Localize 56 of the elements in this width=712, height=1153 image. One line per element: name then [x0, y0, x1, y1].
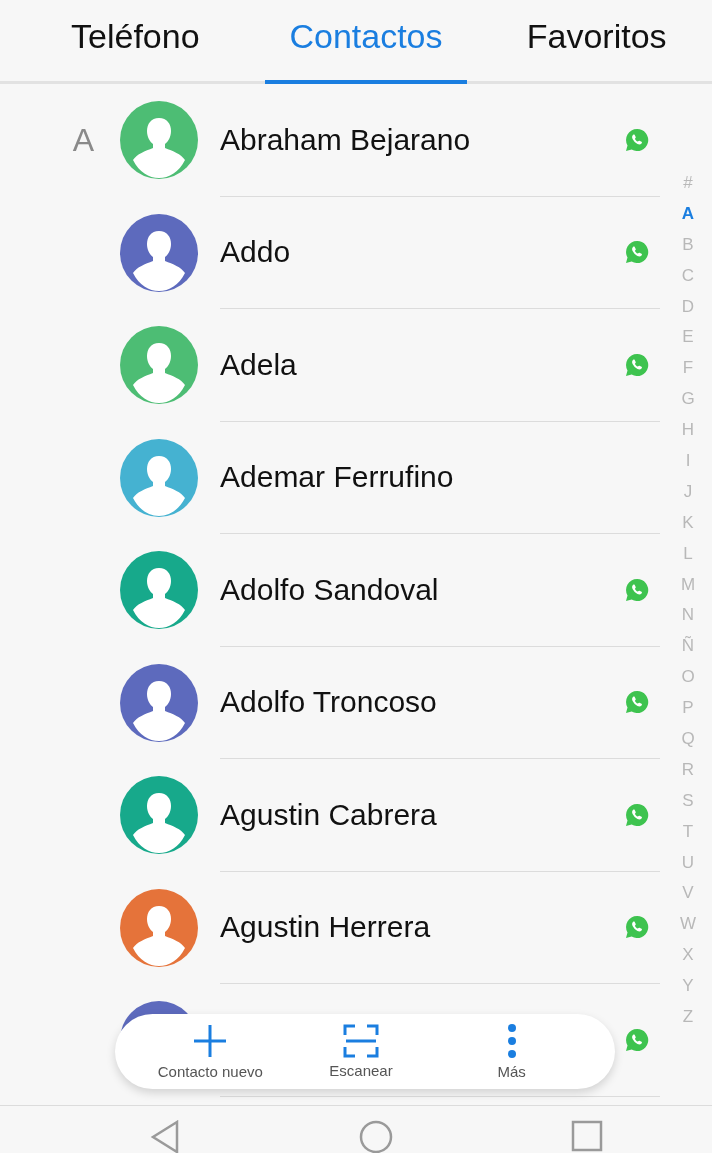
index-letter[interactable]: J	[683, 476, 693, 508]
index-letter[interactable]: E	[682, 322, 694, 354]
chat-phone-icon[interactable]	[624, 914, 650, 941]
index-letter[interactable]: G	[681, 384, 695, 416]
scan-icon	[343, 1024, 379, 1058]
index-letter[interactable]: Q	[681, 724, 695, 755]
index-letter[interactable]: K	[682, 507, 694, 539]
plus-icon	[192, 1023, 229, 1059]
tab[interactable]: Teléfono	[20, 0, 251, 81]
section-letter: A	[72, 121, 95, 159]
toolbar-button[interactable]: Escanear	[285, 1014, 437, 1089]
index-letter[interactable]: I	[685, 446, 691, 477]
index-letter[interactable]: Y	[682, 971, 694, 1003]
back-icon[interactable]	[150, 1120, 181, 1153]
index-letter[interactable]: Ñ	[681, 631, 695, 663]
contact-name[interactable]: Abraham Bejarano	[220, 122, 471, 157]
contact-name[interactable]: Agustin Herrera	[220, 910, 431, 945]
contact-name[interactable]: Agustin Cabrera	[220, 797, 437, 832]
chat-phone-icon[interactable]	[624, 239, 650, 266]
index-letter[interactable]: T	[682, 816, 694, 848]
chat-phone-icon[interactable]	[624, 576, 650, 603]
index-letter[interactable]: C	[681, 260, 695, 292]
index-letter[interactable]: H	[681, 415, 695, 446]
index-letter[interactable]: O	[681, 662, 695, 694]
index-letter[interactable]: A	[681, 198, 695, 230]
recents-icon[interactable]	[570, 1120, 603, 1152]
index-letter[interactable]: W	[679, 909, 696, 941]
index-letter[interactable]: U	[681, 847, 695, 879]
index-letter[interactable]: #	[683, 168, 693, 199]
index-letter[interactable]: N	[681, 600, 695, 632]
tab[interactable]: Contactos	[250, 0, 482, 81]
index-letter[interactable]: V	[682, 878, 694, 910]
home-icon[interactable]	[359, 1120, 393, 1153]
index-letter[interactable]: Z	[682, 1002, 694, 1033]
contact-name[interactable]: Adela	[220, 347, 297, 382]
contact-name[interactable]: Ademar Ferrufino	[220, 460, 454, 495]
tab[interactable]: Favoritos	[481, 0, 712, 81]
index-letter[interactable]: F	[682, 353, 694, 385]
index-letter[interactable]: R	[681, 754, 695, 786]
index-letter[interactable]: X	[682, 940, 694, 972]
chat-phone-icon[interactable]	[624, 689, 650, 716]
index-letter[interactable]: L	[683, 538, 693, 570]
index-letter[interactable]: S	[682, 785, 694, 817]
index-letter[interactable]: M	[680, 569, 696, 601]
chat-phone-icon[interactable]	[624, 801, 650, 828]
contact-name[interactable]: Adolfo Troncoso	[220, 685, 437, 720]
more-icon	[506, 1023, 517, 1059]
toolbar-button[interactable]: Más	[436, 1014, 587, 1089]
index-letter[interactable]: P	[682, 693, 694, 725]
contact-name[interactable]: Addo	[220, 235, 291, 270]
chat-phone-icon[interactable]	[624, 126, 650, 153]
contact-name[interactable]: Adolfo Sandoval	[220, 572, 439, 607]
index-letter[interactable]: B	[682, 229, 694, 261]
index-letter[interactable]: D	[681, 291, 695, 323]
chat-phone-icon[interactable]	[624, 351, 650, 378]
chat-phone-icon[interactable]	[624, 1026, 650, 1053]
